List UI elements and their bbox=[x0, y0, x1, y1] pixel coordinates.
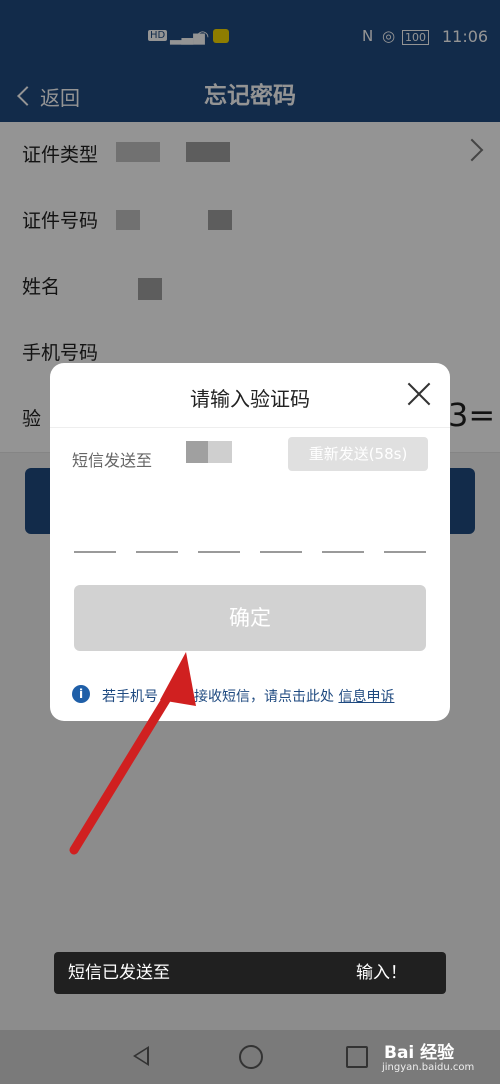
baidu-watermark-logo: Bai 经验 bbox=[384, 1043, 455, 1063]
arrow-shaft bbox=[69, 685, 177, 855]
nav-back-icon-inner bbox=[136, 1049, 147, 1063]
annotation-arrow bbox=[69, 652, 196, 855]
toast-left: 短信已发送至 bbox=[68, 963, 170, 983]
baidu-watermark-url: jingyan.baidu.com bbox=[382, 1062, 475, 1073]
toast-message: 短信已发送至 输入！ bbox=[54, 952, 446, 994]
arrow-head bbox=[160, 652, 196, 706]
toast-right: 输入！ bbox=[356, 963, 407, 983]
nav-recent-icon[interactable] bbox=[346, 1046, 368, 1068]
nav-home-icon[interactable] bbox=[239, 1045, 263, 1069]
